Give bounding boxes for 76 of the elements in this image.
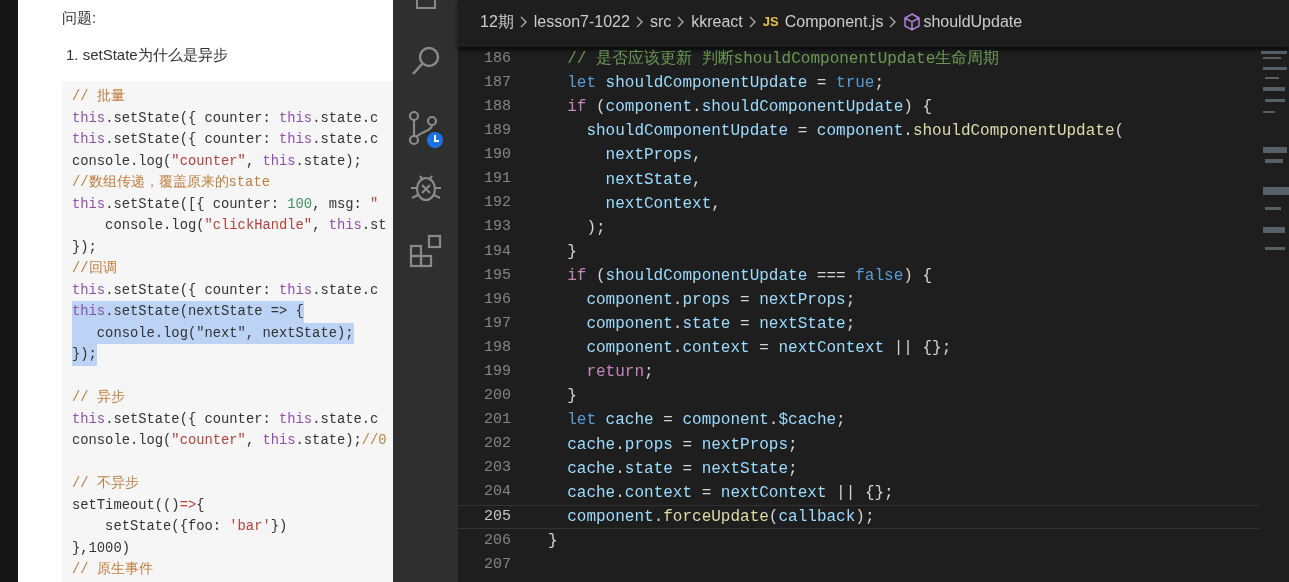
breadcrumb-item[interactable]: JS Component.js: [762, 9, 884, 34]
line-number: 186: [483, 48, 511, 69]
code-line: component.forceUpdate(callback);: [566, 506, 875, 528]
code-line: // 不异步: [72, 474, 139, 493]
code-line: shouldComponentUpdate = component.shouldComponentUpdate(: [585, 121, 1125, 143]
line-number: 202: [483, 434, 511, 455]
line-number: 200: [483, 386, 511, 407]
line-number: 196: [483, 289, 511, 310]
code-line: }: [566, 386, 577, 408]
extensions-icon[interactable]: [408, 234, 443, 268]
line-number: 201: [483, 410, 511, 431]
code-line: let cache = component.$cache;: [566, 410, 846, 432]
code-line: this.setState([{ counter: 100, msg: ": [72, 195, 379, 214]
chevron-icon: [677, 15, 686, 28]
code-line: console.log("counter", this.state);//0: [72, 432, 387, 450]
chevron-icon: [889, 15, 898, 28]
code-line: }: [566, 241, 577, 263]
line-number: 187: [483, 72, 511, 93]
line-number: 206: [483, 530, 511, 551]
code-line: //回调: [72, 260, 117, 278]
code-line: // 批量: [72, 87, 125, 106]
code-line: setTimeout(()=>{: [72, 496, 205, 515]
line-number: 195: [483, 265, 511, 286]
line-number: 193: [483, 217, 511, 238]
line-number: 204: [483, 482, 511, 503]
code-line: this.setState({ counter: this.state.c: [72, 131, 379, 149]
code-line: cache.state = nextState;: [566, 458, 798, 480]
chevron-icon: [635, 15, 644, 28]
code-line: // 原生事件: [72, 560, 153, 579]
line-number: 194: [483, 241, 511, 262]
chevron-icon: [748, 15, 757, 28]
code-line: }: [548, 530, 558, 552]
code-line: },1000): [72, 539, 130, 558]
breadcrumb-item[interactable]: src: [649, 9, 672, 34]
line-number: 205: [483, 506, 511, 527]
breadcrumb-item[interactable]: 12期: [480, 9, 514, 34]
code-line: nextContext,: [604, 193, 721, 215]
code-line: this.setState({ counter: this.state.c: [72, 281, 379, 300]
code-line: return;: [585, 362, 654, 384]
breadcrumb-item[interactable]: kkreact: [691, 9, 743, 34]
line-number: 207: [483, 554, 511, 575]
code-line: nextState,: [604, 169, 702, 191]
code-line: component.props = nextProps;: [585, 290, 856, 311]
code-line: console.log("clickHandle", this.st: [104, 217, 387, 235]
breadcrumb-item[interactable]: lesson7-1022: [533, 9, 630, 34]
line-number: 199: [483, 362, 511, 382]
code-line: if (shouldComponentUpdate === false) {: [566, 265, 933, 287]
code-line: });: [72, 238, 97, 257]
code-line: );: [585, 217, 606, 239]
line-number: 191: [483, 169, 511, 190]
line-number: 188: [483, 97, 511, 117]
code-line: component.context = nextContext || {};: [585, 338, 952, 360]
code-line: cache.context = nextContext || {};: [566, 482, 894, 504]
code-line: nextProps,: [604, 145, 702, 167]
heading: 问题:: [62, 8, 98, 28]
code-line: if (component.shouldComponentUpdate) {: [566, 97, 933, 119]
code-line: component.state = nextState;: [585, 314, 856, 336]
code-line: // 是否应该更新 判断shouldComponentUpdate生命周期: [566, 48, 1000, 71]
list-item: 1. setState为什么是异步: [66, 45, 229, 65]
code-line: setState({foo: 'bar'}): [104, 518, 288, 536]
line-number: 192: [483, 193, 511, 214]
line-number: 197: [483, 313, 511, 334]
breadcrumb-item[interactable]: shouldUpdate: [903, 9, 1023, 34]
line-number: 203: [483, 458, 511, 479]
cube-icon: [903, 12, 922, 31]
code-line: console.log("counter", this.state);: [72, 152, 362, 171]
code-line: let shouldComponentUpdate = true;: [566, 73, 885, 95]
code-line: cache.props = nextProps;: [566, 434, 798, 456]
chevron-icon: [519, 15, 528, 28]
line-number: 198: [483, 337, 511, 358]
code-line: this.setState({ counter: this.state.c: [72, 410, 379, 429]
code-line: // 异步: [72, 388, 125, 407]
code-line: //数组传递，覆盖原来的state: [72, 173, 270, 192]
line-number: 190: [483, 145, 511, 166]
line-number: 189: [483, 121, 511, 142]
code-line: this.setState({ counter: this.state.c: [72, 109, 379, 128]
